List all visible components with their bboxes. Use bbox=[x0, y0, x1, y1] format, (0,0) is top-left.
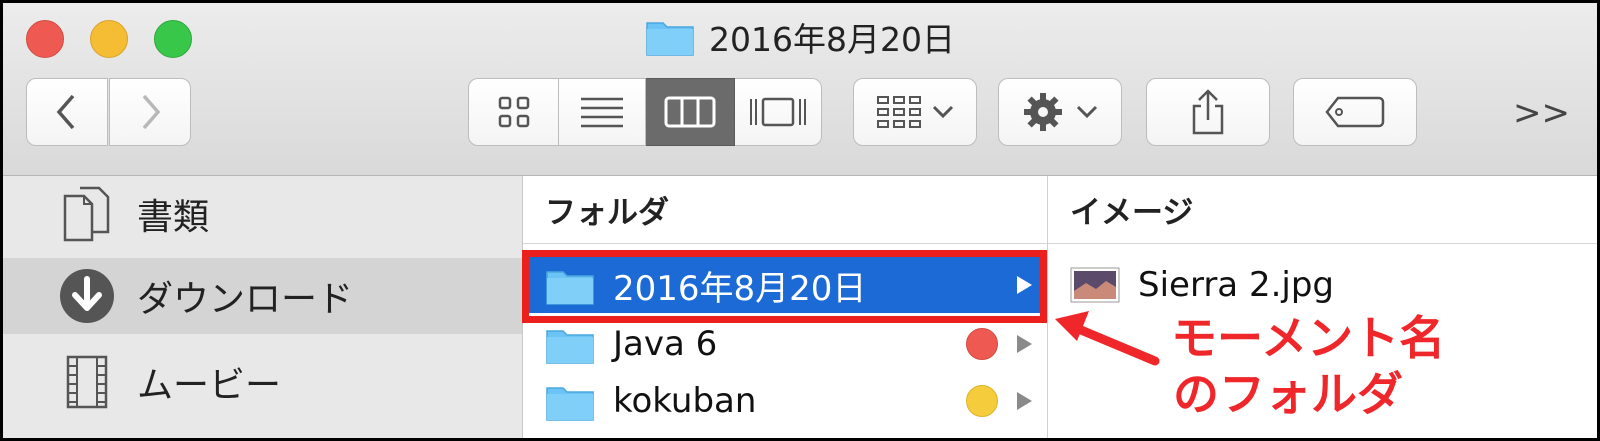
share-button[interactable] bbox=[1146, 78, 1270, 146]
annotation-text: モーメント名 のフォルダ bbox=[1171, 310, 1445, 422]
cover-flow-view-icon bbox=[750, 97, 806, 127]
list-view-icon bbox=[581, 97, 623, 128]
annotation-line-2: のフォルダ bbox=[1173, 367, 1403, 421]
gear-icon bbox=[1024, 93, 1062, 131]
yellow-tag-dot bbox=[966, 385, 998, 417]
disclosure-arrow-icon bbox=[1017, 335, 1032, 353]
documents-icon bbox=[63, 186, 110, 242]
annotation-line-1: モーメント名 bbox=[1171, 311, 1446, 365]
folder-icon bbox=[646, 22, 694, 56]
folder-row[interactable]: Java 6 bbox=[523, 316, 1047, 372]
action-button[interactable] bbox=[998, 78, 1122, 146]
icon-view-icon bbox=[498, 96, 529, 128]
folder-name: kokuban bbox=[613, 381, 757, 421]
share-icon bbox=[1192, 89, 1224, 135]
finder-window: 2016年8月20日 >> 書類 ダウンロード ムービー フォルダ 2016年8… bbox=[3, 3, 1597, 438]
folder-name: Java 6 bbox=[613, 324, 718, 364]
list-view-button[interactable] bbox=[559, 78, 646, 146]
image-thumbnail-icon bbox=[1070, 267, 1120, 303]
file-name: Sierra 2.jpg bbox=[1138, 265, 1334, 305]
folder-row[interactable]: kokuban bbox=[523, 373, 1047, 429]
sidebar-item-label: ムービー bbox=[137, 365, 282, 406]
column-header: フォルダ bbox=[523, 176, 1047, 244]
chevron-down-icon bbox=[1076, 105, 1098, 119]
arrange-button[interactable] bbox=[853, 78, 977, 146]
column-header: イメージ bbox=[1048, 176, 1597, 244]
tag-icon bbox=[1325, 96, 1385, 128]
window-title-text: 2016年8月20日 bbox=[709, 20, 955, 59]
window-title: 2016年8月20日 bbox=[3, 9, 1597, 65]
cover-flow-view-button[interactable] bbox=[735, 78, 822, 146]
red-tag-dot bbox=[966, 328, 998, 360]
sidebar-item-downloads[interactable]: ダウンロード bbox=[3, 258, 522, 334]
sidebar-item-label: 書類 bbox=[137, 197, 210, 238]
sidebar-item-movies[interactable]: ムービー bbox=[3, 344, 522, 420]
sidebar-item-label: ダウンロード bbox=[137, 279, 354, 320]
arrange-grid-icon bbox=[877, 96, 921, 128]
sidebar-item-documents[interactable]: 書類 bbox=[3, 176, 522, 252]
chevron-right-icon bbox=[142, 94, 161, 130]
back-button[interactable] bbox=[26, 78, 108, 146]
icon-view-button[interactable] bbox=[468, 78, 559, 146]
downloads-icon bbox=[60, 269, 114, 323]
sidebar: 書類 ダウンロード ムービー bbox=[3, 176, 523, 438]
title-bar: 2016年8月20日 >> bbox=[3, 3, 1597, 176]
forward-button[interactable] bbox=[109, 78, 191, 146]
folder-icon bbox=[546, 387, 594, 421]
disclosure-arrow-icon bbox=[1017, 392, 1032, 410]
tag-button[interactable] bbox=[1293, 78, 1417, 146]
highlight-box bbox=[522, 250, 1047, 323]
chevron-down-icon bbox=[932, 105, 954, 119]
annotation-arrow-icon bbox=[1055, 311, 1160, 366]
movies-icon bbox=[66, 355, 108, 409]
column-view-icon bbox=[664, 96, 716, 128]
chevron-left-icon bbox=[56, 94, 75, 130]
folder-icon bbox=[546, 330, 594, 364]
overflow-button[interactable]: >> bbox=[1513, 93, 1570, 133]
column-view-button[interactable] bbox=[646, 78, 735, 146]
